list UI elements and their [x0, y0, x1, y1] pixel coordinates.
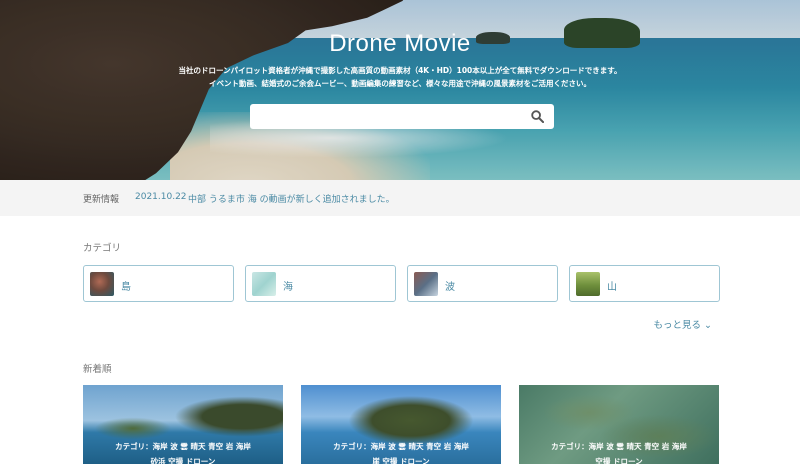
category-thumbnail: [252, 272, 276, 296]
categories-title: カテゴリ: [83, 243, 122, 254]
news-bar: 更新情報 2021.10.22 中部 うるま市 海 の動画が新しく追加されました…: [0, 180, 800, 216]
search-box: [250, 104, 554, 129]
hero-overlay: [0, 0, 800, 180]
news-label: 更新情報: [83, 195, 120, 205]
category-thumbnail: [414, 272, 438, 296]
hero-banner: Drone Movie 当社のドローンパイロット資格者が沖縄で撮影した高画質の動…: [0, 0, 800, 180]
category-label: 海: [283, 282, 293, 293]
category-wave[interactable]: 波: [407, 265, 558, 302]
hero-description-line1: 当社のドローンパイロット資格者が沖縄で撮影した高画質の動画素材（4K・HD）10…: [178, 66, 622, 75]
category-thumbnail: [576, 272, 600, 296]
more-link[interactable]: もっと見る ⌄: [654, 317, 712, 331]
video-thumbnail: [301, 385, 501, 464]
video-thumbnail: [83, 385, 283, 464]
hero-description-line2: イベント動画、結婚式のご余会ムービー、動画編集の練習など、様々な用途で沖縄の風景…: [208, 79, 592, 88]
card-tags-line2: 崖 空撮 ドローン: [372, 457, 430, 464]
category-label: 波: [445, 282, 455, 293]
news-message[interactable]: 中部 うるま市 海 の動画が新しく追加されました。: [188, 192, 395, 205]
video-thumbnail: [519, 385, 719, 464]
news-date[interactable]: 2021.10.22: [135, 192, 187, 202]
search-input[interactable]: [250, 104, 520, 129]
category-mountain[interactable]: 山: [569, 265, 720, 302]
search-icon[interactable]: [531, 110, 544, 123]
new-arrivals-title: 新着順: [83, 364, 112, 375]
category-label: 山: [607, 282, 617, 293]
card-tags: カテゴリ：海岸 波 雲 晴天 青空 岩 海岸: [551, 442, 687, 451]
page-title: Drone Movie: [329, 30, 471, 57]
video-card[interactable]: カテゴリ：海岸 波 雲 晴天 青空 岩 海岸 砂浜 空撮 ドローン: [83, 385, 283, 464]
category-island[interactable]: 島: [83, 265, 234, 302]
video-card[interactable]: カテゴリ：海岸 波 雲 晴天 青空 岩 海岸 空撮 ドローン: [519, 385, 719, 464]
card-tags: カテゴリ：海岸 波 雲 晴天 青空 岩 海岸: [115, 442, 251, 451]
card-tags: カテゴリ：海岸 波 雲 晴天 青空 岩 海岸: [333, 442, 469, 451]
category-thumbnail: [90, 272, 114, 296]
card-tags-line2: 砂浜 空撮 ドローン: [150, 457, 216, 464]
video-card[interactable]: カテゴリ：海岸 波 雲 晴天 青空 岩 海岸 崖 空撮 ドローン: [301, 385, 501, 464]
card-tags-line2: 空撮 ドローン: [595, 457, 643, 464]
category-label: 島: [121, 282, 131, 293]
category-sea[interactable]: 海: [245, 265, 396, 302]
